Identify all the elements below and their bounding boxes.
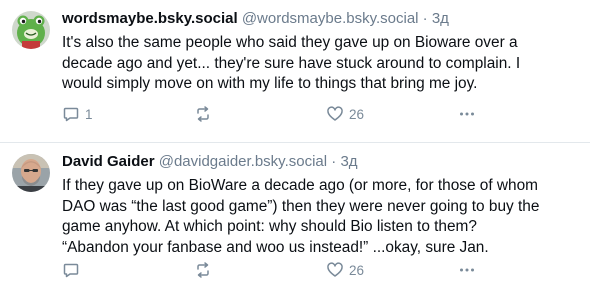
repost-button[interactable] <box>194 103 217 125</box>
post-text: If they gave up on BioWare a decade ago … <box>62 177 540 256</box>
reply-count: 1 <box>85 106 93 122</box>
separator: · <box>422 10 428 27</box>
reply-button[interactable] <box>62 259 85 281</box>
more-dots-icon <box>460 268 474 272</box>
avatar[interactable] <box>12 11 50 49</box>
more-options-button[interactable] <box>458 259 476 281</box>
post-actions: 1 26 <box>56 103 578 125</box>
heart-icon <box>327 106 343 121</box>
post-header: David Gaider @davidgaider.bsky.social · … <box>62 153 580 171</box>
reply-icon <box>63 263 79 278</box>
handle[interactable]: @wordsmaybe.bsky.social <box>242 10 419 27</box>
post-text: It's also the same people who said they … <box>62 34 521 92</box>
repost-button[interactable] <box>194 259 217 281</box>
more-options-button[interactable] <box>458 103 476 125</box>
frog-avatar-icon <box>12 11 50 49</box>
like-count: 26 <box>349 106 365 122</box>
like-count: 26 <box>349 262 365 278</box>
post-header: wordsmaybe.bsky.social @wordsmaybe.bsky.… <box>62 10 580 28</box>
more-dots-icon <box>460 112 474 116</box>
person-avatar-icon <box>12 154 50 192</box>
display-name[interactable]: David Gaider <box>62 153 155 170</box>
post[interactable]: wordsmaybe.bsky.social @wordsmaybe.bsky.… <box>0 0 590 142</box>
timestamp[interactable]: 3д <box>432 10 449 27</box>
timestamp[interactable]: 3д <box>340 153 357 170</box>
display-name[interactable]: wordsmaybe.bsky.social <box>62 10 238 27</box>
avatar[interactable] <box>12 154 50 192</box>
like-button[interactable]: 26 <box>326 259 364 281</box>
post-actions: 26 <box>56 259 578 281</box>
reply-button[interactable]: 1 <box>62 103 93 125</box>
handle[interactable]: @davidgaider.bsky.social <box>159 153 327 170</box>
repost-icon <box>197 262 209 278</box>
separator: · <box>331 153 337 170</box>
repost-icon <box>197 106 209 122</box>
heart-icon <box>327 262 343 277</box>
like-button[interactable]: 26 <box>326 103 364 125</box>
reply-icon <box>63 107 79 122</box>
